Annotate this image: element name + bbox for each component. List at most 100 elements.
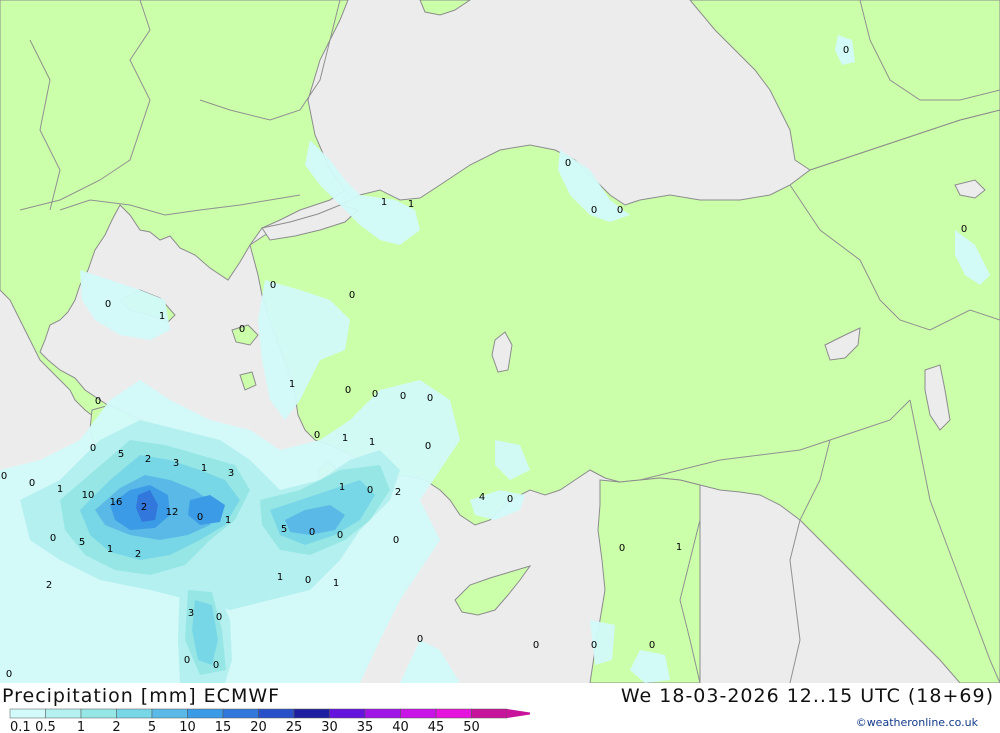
precip-value-label: 3 <box>173 458 179 469</box>
precip-value-label: 0 <box>337 530 343 541</box>
legend-labels: 0.1 0.5 1 2 5 10 15 20 25 30 35 40 45 50 <box>10 720 480 733</box>
precip-value-label: 0 <box>239 324 245 335</box>
precip-value-label: 1 <box>342 433 348 444</box>
precip-value-label: 2 <box>46 580 52 591</box>
legend-label: 50 <box>463 720 480 733</box>
precip-value-label: 1 <box>57 484 63 495</box>
precip-value-label: 0 <box>961 224 967 235</box>
precip-value-label: 1 <box>159 311 165 322</box>
precip-value-label: 2 <box>145 454 151 465</box>
precip-value-label: 0 <box>649 640 655 651</box>
color-legend: 0.1 0.5 1 2 5 10 15 20 25 30 35 40 45 50 <box>9 708 530 733</box>
precip-value-label: 0 <box>417 634 423 645</box>
legend-label: 0.5 <box>35 720 56 733</box>
legend-label: 0.1 <box>10 720 31 733</box>
precip-value-label: 0 <box>90 443 96 454</box>
legend-swatch <box>364 708 401 719</box>
precip-value-label: 3 <box>188 608 194 619</box>
legend-label: 5 <box>148 720 156 733</box>
precip-value-label: 0 <box>427 393 433 404</box>
precip-value-label: 0 <box>29 478 35 489</box>
forecast-datetime: We 18-03-2026 12..15 UTC (18+69) <box>620 685 994 707</box>
precip-value-label: 1 <box>107 544 113 555</box>
precip-value-label: 2 <box>135 549 141 560</box>
precip-value-label: 1 <box>381 197 387 208</box>
legend-swatches <box>9 708 530 719</box>
precip-value-label: 16 <box>110 497 123 508</box>
legend-swatch <box>187 708 224 719</box>
precip-value-label: 0 <box>372 389 378 400</box>
precip-value-label: 5 <box>281 524 287 535</box>
precip-value-label: 1 <box>225 515 231 526</box>
precip-value-label: 0 <box>507 494 513 505</box>
legend-swatch <box>258 708 295 719</box>
precip-value-label: 0 <box>50 533 56 544</box>
precip-value-label: 0 <box>400 391 406 402</box>
legend-label: 1 <box>77 720 85 733</box>
legend-label: 30 <box>321 720 338 733</box>
precip-value-label: 0 <box>309 527 315 538</box>
legend-label: 20 <box>250 720 267 733</box>
legend-swatch <box>80 708 117 719</box>
precip-value-label: 0 <box>314 430 320 441</box>
precip-value-label: 0 <box>349 290 355 301</box>
precip-value-label: 3 <box>228 468 234 479</box>
precip-value-label: 0 <box>197 512 203 523</box>
legend-label: 15 <box>215 720 232 733</box>
precip-value-label: 5 <box>118 449 124 460</box>
legend-label: 40 <box>392 720 409 733</box>
precip-value-label: 0 <box>565 158 571 169</box>
precip-value-label: 1 <box>289 379 295 390</box>
precip-value-label: 0 <box>305 575 311 586</box>
precip-value-label: 1 <box>201 463 207 474</box>
precip-value-label: 4 <box>479 492 485 503</box>
precip-value-label: 1 <box>676 542 682 553</box>
legend-swatch <box>435 708 472 719</box>
precip-value-label: 0 <box>105 299 111 310</box>
precip-value-label: 0 <box>367 485 373 496</box>
precip-value-label: 0 <box>184 655 190 666</box>
legend-swatch <box>9 708 46 719</box>
legend-label: 35 <box>357 720 374 733</box>
legend-label: 10 <box>179 720 196 733</box>
precip-value-label: 0 <box>393 535 399 546</box>
legend-swatch <box>45 708 82 719</box>
precip-value-label: 0 <box>213 660 219 671</box>
precip-value-label: 2 <box>141 502 147 513</box>
precip-value-label: 0 <box>95 396 101 407</box>
precip-value-label: 0 <box>619 543 625 554</box>
precip-value-label: 1 <box>333 578 339 589</box>
legend-swatch <box>293 708 330 719</box>
precip-value-label: 1 <box>369 437 375 448</box>
precip-value-label: 12 <box>166 507 179 518</box>
map-title: Precipitation [mm] ECMWF <box>2 685 281 707</box>
precip-value-label: 0 <box>270 280 276 291</box>
legend-label: 45 <box>428 720 445 733</box>
legend-swatch <box>116 708 153 719</box>
legend-swatch <box>151 708 188 719</box>
precip-value-label: 10 <box>82 490 95 501</box>
precip-value-label: 1 <box>408 199 414 210</box>
legend-swatch <box>400 708 437 719</box>
legend-label: 25 <box>286 720 303 733</box>
precip-value-label: 0 <box>425 441 431 452</box>
precip-value-label: 0 <box>216 612 222 623</box>
legend-swatch <box>222 708 259 719</box>
credit-link[interactable]: ©weatheronline.co.uk <box>856 716 978 729</box>
legend-swatch <box>329 708 366 719</box>
precip-value-label: 0 <box>6 669 12 680</box>
precip-value-label: 0 <box>1 471 7 482</box>
legend-arrow-tip <box>507 709 530 718</box>
precip-value-label: 0 <box>591 205 597 216</box>
precip-value-label: 0 <box>533 640 539 651</box>
precip-value-label: 0 <box>591 640 597 651</box>
precip-value-label: 0 <box>345 385 351 396</box>
precipitation-map: 01 100 000001010 0 0 000 1 105 2 3 1 300011016 2 12 01… <box>0 0 1000 683</box>
precip-value-label: 0 <box>843 45 849 56</box>
precip-value-label: 5 <box>79 537 85 548</box>
footer-bar: Precipitation [mm] ECMWF We 18-03-2026 1… <box>0 683 1000 733</box>
legend-swatch <box>471 708 508 719</box>
precip-value-label: 0 <box>617 205 623 216</box>
legend-label: 2 <box>112 720 120 733</box>
precip-value-label: 1 <box>277 572 283 583</box>
